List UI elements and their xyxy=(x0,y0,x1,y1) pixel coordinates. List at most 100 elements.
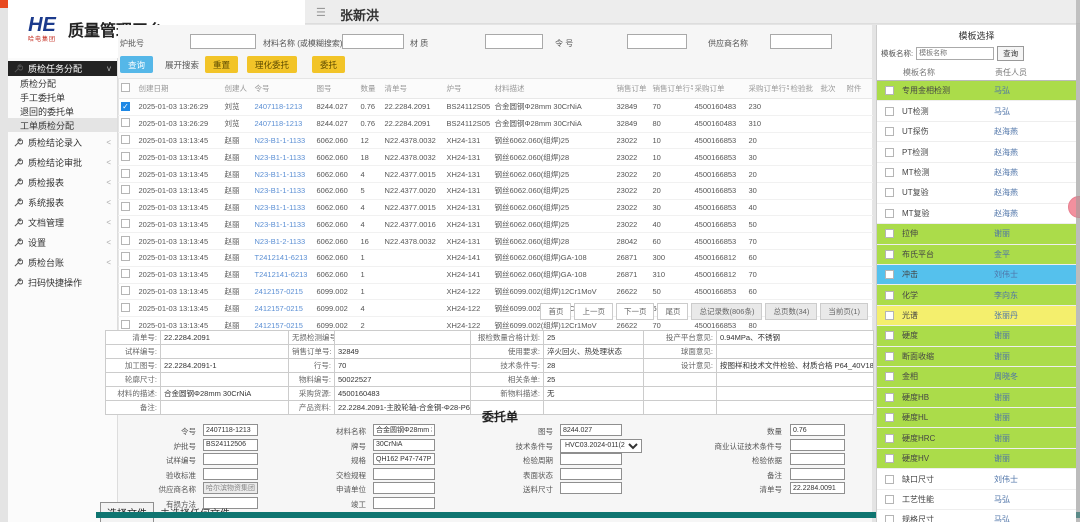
row-checkbox[interactable] xyxy=(121,169,130,178)
template-person[interactable]: 赵海燕 xyxy=(994,208,1064,219)
template-checkbox[interactable] xyxy=(885,352,894,361)
template-person[interactable]: 赵海燕 xyxy=(994,167,1064,178)
template-checkbox[interactable] xyxy=(885,291,894,300)
row-checkbox[interactable] xyxy=(121,219,130,228)
template-row[interactable]: 硬度HV谢丽 xyxy=(877,449,1076,469)
sidebar-item-3[interactable]: 工单质检分配 xyxy=(8,118,117,132)
template-row[interactable]: 化学李向东 xyxy=(877,285,1076,305)
template-checkbox[interactable] xyxy=(885,86,894,95)
table-row[interactable]: 2025-01-03 13:13:45赵丽N23-B1-1-11336062.0… xyxy=(119,149,873,166)
template-row[interactable]: 缺口尺寸刘伟士 xyxy=(877,469,1076,489)
table-row[interactable]: 2025-01-03 13:13:45赵丽N23-B1-2-11336062.0… xyxy=(119,233,873,250)
order-link[interactable]: N23-B1-1-1133 xyxy=(253,216,315,233)
template-person[interactable]: 谢丽 xyxy=(994,433,1064,444)
row-checkbox[interactable] xyxy=(121,185,130,194)
material-name-input[interactable] xyxy=(342,34,404,49)
template-checkbox[interactable] xyxy=(885,168,894,177)
template-row[interactable]: MT复验赵海燕 xyxy=(877,204,1076,224)
sidebar-item-1[interactable]: 手工委托单 xyxy=(8,90,117,104)
table-row[interactable]: 2025-01-03 13:13:45赵丽N23-B1-1-11336062.0… xyxy=(119,216,873,233)
order-link[interactable]: N23-B1-2-1133 xyxy=(253,233,315,250)
order-link[interactable]: 2407118-1213 xyxy=(253,99,315,116)
template-checkbox[interactable] xyxy=(885,250,894,259)
row-checkbox[interactable] xyxy=(121,303,130,312)
row-checkbox[interactable] xyxy=(121,236,130,245)
sidebar-group-inspection-tasks[interactable]: 质检任务分配v xyxy=(8,61,117,76)
row-checkbox[interactable] xyxy=(121,252,130,261)
template-person[interactable]: 刘伟士 xyxy=(994,474,1064,485)
template-person[interactable]: 马弘 xyxy=(994,85,1064,96)
row-checkbox[interactable] xyxy=(121,152,130,161)
table-row[interactable]: 2025-01-03 13:13:45赵丽N23-B1-1-11336062.0… xyxy=(119,132,873,149)
template-checkbox[interactable] xyxy=(885,209,894,218)
template-person[interactable]: 谢丽 xyxy=(994,392,1064,403)
template-row[interactable]: 金相周晓冬 xyxy=(877,367,1076,387)
form-input-清单号[interactable] xyxy=(790,482,845,494)
pager-btn-3[interactable]: 尾页 xyxy=(657,303,688,320)
form-input-商业认证技术条件号[interactable] xyxy=(790,439,845,451)
current-user-name[interactable]: 张新洪 xyxy=(340,5,379,24)
template-row[interactable]: 布氏平台金平 xyxy=(877,245,1076,265)
template-name-input[interactable] xyxy=(916,47,994,60)
table-row[interactable]: 2025-01-03 13:26:29刘览2407118-12138244.02… xyxy=(119,115,873,132)
template-checkbox[interactable] xyxy=(885,107,894,116)
template-person[interactable]: 周晓冬 xyxy=(994,371,1064,382)
reset-button[interactable]: 重置 xyxy=(205,56,238,73)
order-link[interactable]: N23-B1-1-1133 xyxy=(253,199,315,216)
template-person[interactable]: 马弘 xyxy=(994,494,1064,505)
template-checkbox[interactable] xyxy=(885,475,894,484)
sidebar-group-2[interactable]: 质检报表< xyxy=(8,172,117,192)
pager-btn-0[interactable]: 首页 xyxy=(540,303,571,320)
table-row[interactable]: ✓2025-01-03 13:26:29刘览2407118-12138244.0… xyxy=(119,99,873,116)
template-checkbox[interactable] xyxy=(885,372,894,381)
template-row[interactable]: 断面收缩谢丽 xyxy=(877,347,1076,367)
template-person[interactable]: 赵海燕 xyxy=(994,187,1064,198)
template-person[interactable]: 张丽丹 xyxy=(994,310,1064,321)
template-row[interactable]: MT检测赵海燕 xyxy=(877,163,1076,183)
sidebar-group-7[interactable]: 扫码快捷操作 xyxy=(8,272,117,292)
template-checkbox[interactable] xyxy=(885,229,894,238)
table-row[interactable]: 2025-01-03 13:13:45赵丽N23-B1-1-11336062.0… xyxy=(119,182,873,199)
template-person[interactable]: 赵海燕 xyxy=(994,147,1064,158)
sidebar-group-3[interactable]: 系统报表< xyxy=(8,192,117,212)
select-all-checkbox[interactable] xyxy=(121,83,130,92)
table-row[interactable]: 2025-01-03 13:13:45赵丽2412157-02156099.00… xyxy=(119,283,873,300)
template-checkbox[interactable] xyxy=(885,495,894,504)
sidebar-group-5[interactable]: 设置< xyxy=(8,232,117,252)
expand-search-button[interactable]: 展开搜索 xyxy=(157,56,207,73)
template-row[interactable]: 拉伸谢丽 xyxy=(877,224,1076,244)
template-row[interactable]: 光谱张丽丹 xyxy=(877,306,1076,326)
template-person[interactable]: 谢丽 xyxy=(994,330,1064,341)
template-row[interactable]: 硬度谢丽 xyxy=(877,326,1076,346)
supplier-input[interactable] xyxy=(770,34,832,49)
template-person[interactable]: 马弘 xyxy=(994,106,1064,117)
template-person[interactable]: 谢丽 xyxy=(994,351,1064,362)
template-person[interactable]: 马弘 xyxy=(994,514,1064,522)
menu-toggle-icon[interactable]: ☰ xyxy=(316,6,326,19)
template-row[interactable]: UT复验赵海燕 xyxy=(877,183,1076,203)
form-input-送料尺寸[interactable] xyxy=(560,482,622,494)
row-checkbox[interactable] xyxy=(121,320,130,329)
template-checkbox[interactable] xyxy=(885,188,894,197)
pager-btn-1[interactable]: 上一页 xyxy=(574,303,613,320)
row-checkbox[interactable] xyxy=(121,135,130,144)
form-input-检验周期[interactable] xyxy=(560,453,622,465)
form-input-备注[interactable] xyxy=(790,468,845,480)
template-row[interactable]: 工艺性能马弘 xyxy=(877,490,1076,510)
order-link[interactable]: T2412141-6213 xyxy=(253,250,315,267)
template-row[interactable]: 冲击刘伟士 xyxy=(877,265,1076,285)
order-link[interactable]: N23-B1-1-1133 xyxy=(253,132,315,149)
form-input-表面状态[interactable] xyxy=(560,468,622,480)
template-checkbox[interactable] xyxy=(885,434,894,443)
furnace-batch-input[interactable] xyxy=(190,34,256,49)
form-input-数量[interactable] xyxy=(790,424,845,436)
template-person[interactable]: 金平 xyxy=(994,249,1064,260)
template-checkbox[interactable] xyxy=(885,454,894,463)
template-person[interactable]: 谢丽 xyxy=(994,228,1064,239)
template-row[interactable]: PT检测赵海燕 xyxy=(877,142,1076,162)
order-link[interactable]: T2412141-6213 xyxy=(253,266,315,283)
order-link[interactable]: N23-B1-1-1133 xyxy=(253,182,315,199)
sidebar-group-0[interactable]: 质检结论录入< xyxy=(8,132,117,152)
query-button[interactable]: 查询 xyxy=(120,56,153,73)
template-row[interactable]: UT检测马弘 xyxy=(877,101,1076,121)
